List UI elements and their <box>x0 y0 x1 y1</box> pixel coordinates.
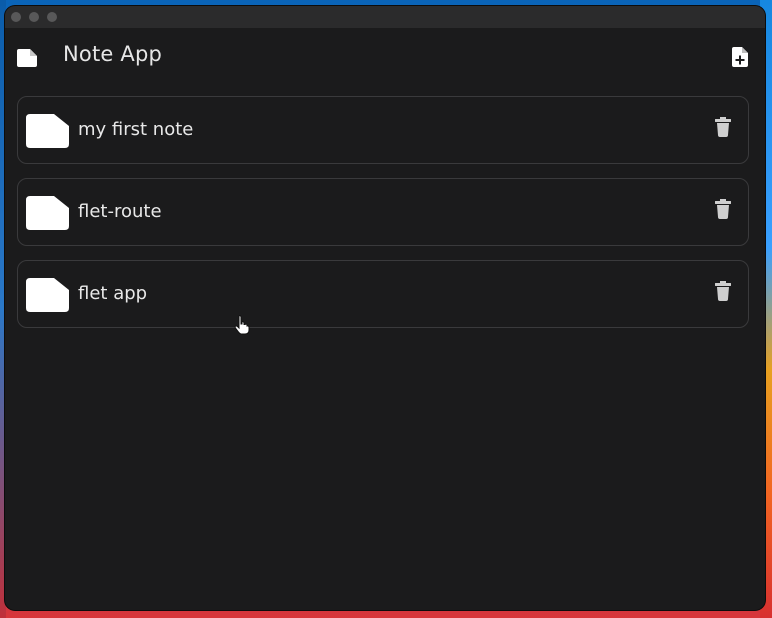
notes-list: my first note flet-route flet app <box>17 96 749 342</box>
window-titlebar[interactable] <box>5 6 765 28</box>
delete-note-button[interactable] <box>713 198 733 220</box>
list-item[interactable]: my first note <box>17 96 749 164</box>
note-icon <box>16 47 38 69</box>
window-close-button[interactable] <box>11 12 21 22</box>
trash-icon <box>715 199 731 219</box>
window-zoom-button[interactable] <box>47 12 57 22</box>
delete-note-button[interactable] <box>713 116 733 138</box>
note-title: flet-route <box>78 201 162 222</box>
note-title: flet app <box>78 283 148 304</box>
delete-note-button[interactable] <box>713 280 733 302</box>
trash-icon <box>715 117 731 137</box>
list-item[interactable]: flet app <box>17 260 749 328</box>
note-icon <box>26 114 69 148</box>
app-window: Note App my first note flet-route flet a… <box>5 6 765 610</box>
app-title: Note App <box>63 42 163 66</box>
list-item[interactable]: flet-route <box>17 178 749 246</box>
note-title: my first note <box>78 119 194 140</box>
window-minimize-button[interactable] <box>29 12 39 22</box>
add-note-button[interactable] <box>729 46 751 68</box>
note-icon <box>26 196 69 230</box>
trash-icon <box>715 281 731 301</box>
note-add-icon <box>732 47 748 67</box>
app-bar: Note App <box>5 28 765 82</box>
note-icon <box>26 278 69 312</box>
